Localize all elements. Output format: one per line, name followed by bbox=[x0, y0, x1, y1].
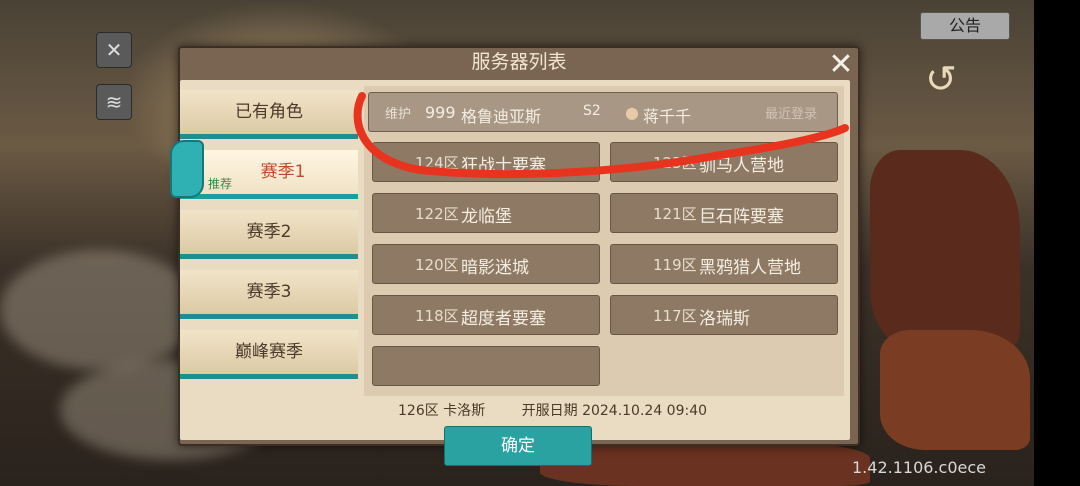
recommended-badge: 推荐 bbox=[208, 177, 233, 191]
zone-label: 123区 bbox=[653, 154, 697, 172]
tab-label: 已有角色 bbox=[235, 102, 303, 122]
tools-icon[interactable]: ✕ bbox=[96, 32, 132, 68]
tab-season-3[interactable]: 赛季3 bbox=[180, 270, 358, 319]
zone-label: 122区 bbox=[415, 205, 459, 223]
server-item[interactable]: 123区 驯马人营地 bbox=[610, 142, 838, 182]
zone-label: 119区 bbox=[653, 256, 697, 274]
open-date: 开服日期 2024.10.24 09:40 bbox=[521, 403, 708, 419]
server-list-dialog: 服务器列表 ✕ 已有角色 推荐 赛季1 赛季2 赛季3 巅峰赛季 维护 999 … bbox=[170, 46, 860, 466]
tab-existing-characters[interactable]: 已有角色 bbox=[180, 90, 358, 139]
server-item-partial[interactable] bbox=[372, 346, 600, 386]
server-id: 999 bbox=[425, 103, 456, 122]
tab-peak-season[interactable]: 巅峰赛季 bbox=[180, 330, 358, 379]
recent-login-tag: 最近登录 bbox=[765, 107, 818, 122]
dialog-panel: 已有角色 推荐 赛季1 赛季2 赛季3 巅峰赛季 维护 999 格鲁迪亚斯 S2… bbox=[170, 80, 850, 466]
server-name: 暗影迷城 bbox=[461, 258, 529, 278]
tab-season-1[interactable]: 推荐 赛季1 bbox=[170, 140, 358, 199]
server-list[interactable]: 维护 999 格鲁迪亚斯 S2 ● 蒋千千 最近登录 124区 狂战士要塞 12… bbox=[364, 86, 844, 396]
zone-label: 117区 bbox=[653, 307, 697, 325]
close-icon[interactable]: ✕ bbox=[824, 50, 858, 84]
selected-server: 126区 卡洛斯 bbox=[398, 403, 486, 419]
version-label: 1.42.1106.c0ece bbox=[852, 458, 986, 477]
server-item[interactable]: 117区 洛瑞斯 bbox=[610, 295, 838, 335]
tab-label: 巅峰赛季 bbox=[235, 342, 303, 362]
tab-label: 赛季3 bbox=[246, 282, 292, 302]
zone-label: 121区 bbox=[653, 205, 697, 223]
screen-edge bbox=[1034, 0, 1080, 486]
recent-server-row[interactable]: 维护 999 格鲁迪亚斯 S2 ● 蒋千千 最近登录 bbox=[368, 92, 838, 132]
scroll-ribbon-icon bbox=[170, 140, 204, 198]
server-name: 格鲁迪亚斯 bbox=[461, 107, 542, 126]
zone-label: 124区 bbox=[415, 154, 459, 172]
user-icon: ● bbox=[625, 103, 639, 122]
season-label: S2 bbox=[583, 103, 601, 119]
server-item[interactable]: 118区 超度者要塞 bbox=[372, 295, 600, 335]
server-name: 超度者要塞 bbox=[461, 309, 546, 329]
notice-button[interactable]: 公告 bbox=[920, 12, 1010, 40]
confirm-button[interactable]: 确定 bbox=[444, 426, 592, 466]
server-info: 126区 卡洛斯 开服日期 2024.10.24 09:40 bbox=[398, 400, 707, 420]
server-item[interactable]: 124区 狂战士要塞 bbox=[372, 142, 600, 182]
tab-label: 赛季2 bbox=[246, 222, 292, 242]
server-item[interactable]: 121区 巨石阵要塞 bbox=[610, 193, 838, 233]
cloud bbox=[0, 250, 200, 370]
server-item[interactable]: 119区 黑鸦猎人营地 bbox=[610, 244, 838, 284]
server-name: 龙临堡 bbox=[461, 207, 512, 227]
server-name: 巨石阵要塞 bbox=[699, 207, 784, 227]
rss-icon[interactable]: ≋ bbox=[96, 84, 132, 120]
zone-label: 120区 bbox=[415, 256, 459, 274]
tab-label: 赛季1 bbox=[260, 162, 306, 182]
server-name: 狂战士要塞 bbox=[461, 156, 546, 176]
server-item[interactable]: 120区 暗影迷城 bbox=[372, 244, 600, 284]
server-item[interactable]: 122区 龙临堡 bbox=[372, 193, 600, 233]
zone-label: 118区 bbox=[415, 307, 459, 325]
server-name: 驯马人营地 bbox=[699, 156, 784, 176]
rock bbox=[870, 150, 1020, 350]
player-name: 蒋千千 bbox=[643, 107, 692, 126]
rock bbox=[880, 330, 1030, 450]
server-name: 黑鸦猎人营地 bbox=[699, 258, 801, 278]
back-arrow-icon[interactable]: ↺ bbox=[918, 58, 964, 100]
server-name: 洛瑞斯 bbox=[699, 309, 750, 329]
dialog-title: 服务器列表 bbox=[471, 51, 567, 73]
tab-season-2[interactable]: 赛季2 bbox=[180, 210, 358, 259]
status-label: 维护 bbox=[385, 107, 412, 122]
